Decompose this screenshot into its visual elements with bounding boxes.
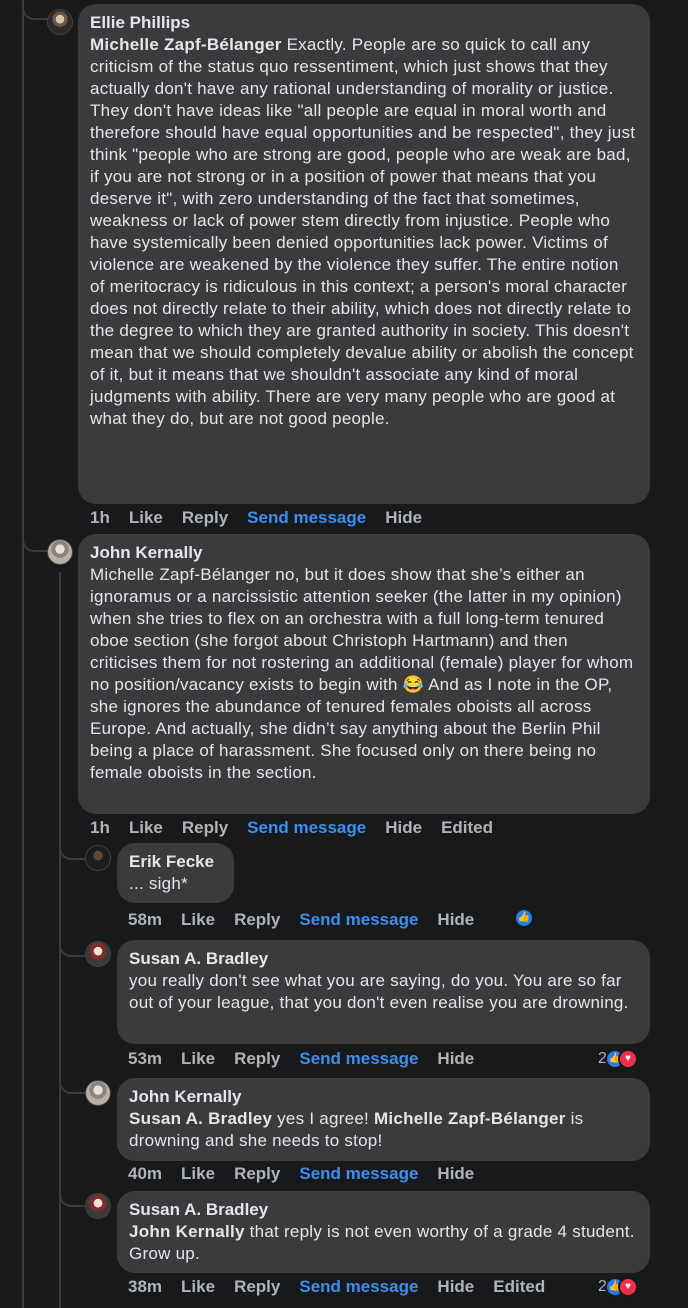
comment-actions: 53m Like Reply Send message Hide: [128, 1048, 493, 1070]
reaction-count: 2: [598, 1050, 607, 1067]
reaction-summary[interactable]: 2 👍 ♥: [598, 1050, 636, 1068]
mention-link[interactable]: Michelle Zapf-Bélanger: [90, 35, 282, 54]
like-button[interactable]: Like: [181, 1277, 215, 1296]
comment-author[interactable]: John Kernally: [129, 1086, 638, 1108]
thread-line: [22, 0, 24, 1308]
comment-text: Michelle Zapf-Bélanger Exactly. People a…: [90, 35, 636, 428]
comment-author[interactable]: John Kernally: [90, 542, 638, 564]
timestamp[interactable]: 1h: [90, 818, 110, 837]
reply-connector: [59, 830, 85, 860]
comment-actions: 58m Like Reply Send message Hide: [128, 909, 493, 931]
mention-link[interactable]: John Kernally: [129, 1222, 245, 1241]
hide-button[interactable]: Hide: [437, 910, 474, 929]
comment-bubble: Ellie Phillips Michelle Zapf-Bélanger Ex…: [78, 4, 650, 504]
timestamp[interactable]: 38m: [128, 1277, 162, 1296]
comment-text: Michelle Zapf-Bélanger no, but it does s…: [90, 565, 634, 782]
reply-button[interactable]: Reply: [234, 910, 280, 929]
comment-bubble: John Kernally Michelle Zapf-Bélanger no,…: [78, 534, 650, 814]
comment-actions: 40m Like Reply Send message Hide: [128, 1163, 493, 1185]
comment-actions: 1h Like Reply Send message Hide: [90, 507, 441, 529]
comment-author[interactable]: Erik Fecke: [129, 851, 222, 873]
send-message-button[interactable]: Send message: [299, 910, 418, 929]
reply-connector: [22, 0, 48, 20]
comment-actions: 1h Like Reply Send message Hide Edited: [90, 817, 512, 839]
hide-button[interactable]: Hide: [437, 1164, 474, 1183]
reply-connector: [22, 520, 48, 552]
reply-button[interactable]: Reply: [234, 1049, 280, 1068]
send-message-button[interactable]: Send message: [299, 1049, 418, 1068]
reply-button[interactable]: Reply: [182, 508, 228, 527]
mention-link[interactable]: Susan A. Bradley: [129, 1109, 272, 1128]
comment-bubble: John Kernally Susan A. Bradley yes I agr…: [117, 1078, 650, 1161]
hide-button[interactable]: Hide: [385, 818, 422, 837]
comment-bubble: Susan A. Bradley John Kernally that repl…: [117, 1191, 650, 1273]
timestamp[interactable]: 53m: [128, 1049, 162, 1068]
like-button[interactable]: Like: [181, 1049, 215, 1068]
comment-bubble: Erik Fecke ... sigh*: [117, 843, 234, 903]
avatar[interactable]: [86, 846, 110, 870]
hide-button[interactable]: Hide: [385, 508, 422, 527]
comment-text: ... sigh*: [129, 874, 188, 893]
like-button[interactable]: Like: [181, 1164, 215, 1183]
avatar[interactable]: [48, 540, 72, 564]
reply-connector: [59, 1060, 85, 1094]
love-reaction-icon: ♥: [619, 1279, 636, 1295]
send-message-button[interactable]: Send message: [299, 1164, 418, 1183]
like-button[interactable]: Like: [181, 910, 215, 929]
love-reaction-icon: ♥: [619, 1051, 636, 1067]
avatar[interactable]: [86, 1194, 110, 1218]
reaction-count: 2: [598, 1278, 607, 1295]
avatar[interactable]: [86, 1081, 110, 1105]
reply-button[interactable]: Reply: [182, 818, 228, 837]
avatar[interactable]: [86, 942, 110, 966]
comment-author[interactable]: Susan A. Bradley: [129, 948, 638, 970]
timestamp[interactable]: 40m: [128, 1164, 162, 1183]
edited-label[interactable]: Edited: [441, 818, 493, 837]
avatar[interactable]: [48, 10, 72, 34]
timestamp[interactable]: 1h: [90, 508, 110, 527]
reply-button[interactable]: Reply: [234, 1277, 280, 1296]
hide-button[interactable]: Hide: [437, 1049, 474, 1068]
comment-author[interactable]: Ellie Phillips: [90, 12, 638, 34]
edited-label[interactable]: Edited: [493, 1277, 545, 1296]
timestamp[interactable]: 58m: [128, 910, 162, 929]
reply-connector: [59, 925, 85, 957]
comment-text: you really don't see what you are saying…: [129, 971, 629, 1012]
like-button[interactable]: Like: [129, 508, 163, 527]
reply-connector: [59, 1175, 85, 1207]
send-message-button[interactable]: Send message: [247, 818, 366, 837]
send-message-button[interactable]: Send message: [247, 508, 366, 527]
hide-button[interactable]: Hide: [437, 1277, 474, 1296]
comment-author[interactable]: Susan A. Bradley: [129, 1199, 638, 1221]
reaction-summary[interactable]: 2 👍 ♥: [598, 1278, 636, 1296]
reply-button[interactable]: Reply: [234, 1164, 280, 1183]
mention-link[interactable]: Michelle Zapf-Bélanger: [374, 1109, 566, 1128]
comment-text: John Kernally that reply is not even wor…: [129, 1222, 635, 1263]
send-message-button[interactable]: Send message: [299, 1277, 418, 1296]
reaction-summary[interactable]: 👍: [516, 910, 532, 926]
like-reaction-icon: 👍: [516, 910, 532, 926]
comment-actions: 38m Like Reply Send message Hide Edited: [128, 1276, 564, 1298]
like-button[interactable]: Like: [129, 818, 163, 837]
comment-text: Susan A. Bradley yes I agree! Michelle Z…: [129, 1109, 584, 1150]
comment-bubble: Susan A. Bradley you really don't see wh…: [117, 940, 650, 1044]
